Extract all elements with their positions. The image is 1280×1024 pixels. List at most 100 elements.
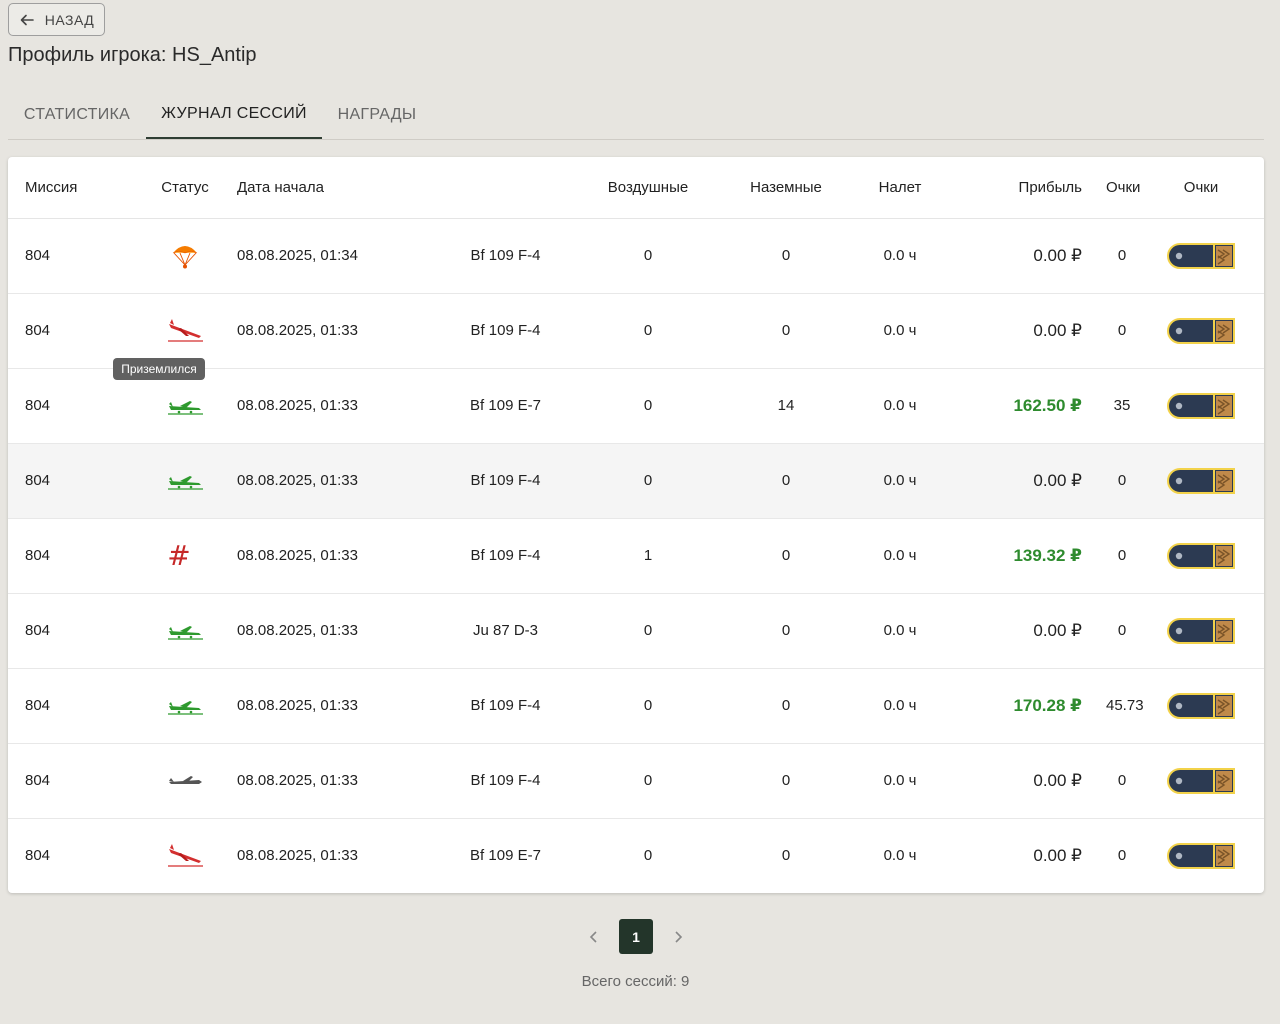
cell-date: 08.08.2025, 01:33 <box>235 293 433 369</box>
cell-ground-kills: 0 <box>718 593 854 669</box>
tab-statistics[interactable]: СТАТИСТИКА <box>8 90 146 139</box>
table-row[interactable]: 804 08.08.2025, 01:33 Bf 109 F-4 0 0 0.0 ч 0.0… <box>8 743 1264 819</box>
table-row[interactable]: 804 08.08.2025, 01:34 Bf 109 F-4 0 0 0.0 ч 0.0… <box>8 218 1264 294</box>
cell-flight-time: 0.0 ч <box>854 218 946 294</box>
crashed-plane-icon <box>165 316 205 346</box>
cell-ground-kills: 14 <box>718 368 854 444</box>
cell-air-kills: 0 <box>578 668 718 744</box>
page-1-button[interactable]: 1 <box>619 919 653 954</box>
cell-plane: Bf 109 F-4 <box>433 668 578 744</box>
table-row[interactable]: 804 08.08.2025, 01:33 Bf 109 E-7 0 0 0.0 ч 0.0… <box>8 818 1264 893</box>
rank-insignia-icon <box>1166 242 1236 269</box>
cell-plane: Bf 109 F-4 <box>433 743 578 819</box>
tab-session-log[interactable]: ЖУРНАЛ СЕССИЙ <box>146 90 322 139</box>
cell-air-kills: 0 <box>578 443 718 519</box>
cell-date: 08.08.2025, 01:33 <box>235 518 433 594</box>
cell-plane: Bf 109 F-4 <box>433 293 578 369</box>
cell-points: 0 <box>1117 847 1127 865</box>
cell-profit: 162.50 ₽ <box>946 368 1106 444</box>
tab-awards[interactable]: НАГРАДЫ <box>322 90 432 139</box>
cell-date: 08.08.2025, 01:33 <box>235 593 433 669</box>
cell-flight-time: 0.0 ч <box>854 743 946 819</box>
landed-plane-icon <box>165 466 205 496</box>
cell-ground-kills: 0 <box>718 518 854 594</box>
col-flight[interactable]: Налет <box>854 157 946 219</box>
cell-air-kills: 0 <box>578 293 718 369</box>
cell-ground-kills: 0 <box>718 293 854 369</box>
table-row[interactable]: 804 08.08.2025, 01:33 Ju 87 D-3 0 0 0.0 ч 0.00… <box>8 593 1264 669</box>
cell-status <box>135 218 235 294</box>
parachute-icon <box>165 241 205 271</box>
table-row[interactable]: 804 #08.08.2025, 01:33 Bf 109 F-4 1 0 0.0 ч 13… <box>8 518 1264 594</box>
cell-date: 08.08.2025, 01:33 <box>235 668 433 744</box>
rank-insignia-icon <box>1166 842 1236 869</box>
table-row[interactable]: 804 08.08.2025, 01:33 Bf 109 F-4 0 0 0.0 ч 0.0… <box>8 443 1264 519</box>
prev-page-button[interactable] <box>584 927 604 947</box>
back-button[interactable]: НАЗАД <box>8 3 105 36</box>
table-header: Миссия Статус Дата начала Воздушные Назе… <box>8 157 1264 219</box>
cell-flight-time: 0.0 ч <box>854 668 946 744</box>
col-profit[interactable]: Прибыль <box>946 157 1106 219</box>
cell-air-kills: 0 <box>578 218 718 294</box>
cell-plane: Bf 109 E-7 <box>433 368 578 444</box>
cell-ground-kills: 0 <box>718 668 854 744</box>
rank-insignia-icon <box>1166 692 1236 719</box>
col-status[interactable]: Статус <box>135 157 235 219</box>
cell-rank <box>1138 293 1264 369</box>
cell-rank <box>1138 593 1264 669</box>
cell-mission: 804 <box>8 518 135 594</box>
cell-profit: 0.00 ₽ <box>1033 845 1082 865</box>
rank-insignia-icon <box>1166 617 1236 644</box>
col-date[interactable]: Дата начала <box>235 157 433 219</box>
cell-status <box>135 668 235 744</box>
cell-status <box>135 293 235 369</box>
cell-points: 0 <box>1106 593 1138 669</box>
table-row[interactable]: 804 08.08.2025, 01:33 Bf 109 F-4 0 0 0.0 ч 170… <box>8 668 1264 744</box>
cell-profit: 0.00 ₽ <box>946 743 1106 819</box>
cell-mission: 804 <box>25 847 51 865</box>
cell-rank <box>1138 518 1264 594</box>
cell-profit: 0.00 ₽ <box>946 443 1106 519</box>
table-row[interactable]: 804 08.08.2025, 01:33 Bf 109 F-4 0 0 0.0 ч 0.0… <box>8 293 1264 369</box>
col-rank[interactable]: Очки <box>1138 157 1264 219</box>
rank-insignia-icon <box>1166 317 1236 344</box>
cell-points: 0 <box>1106 518 1138 594</box>
cell-rank <box>1138 218 1264 294</box>
col-points[interactable]: Очки <box>1106 157 1140 219</box>
cell-ground-kills: 0 <box>781 847 791 865</box>
cell-status <box>135 593 235 669</box>
cell-air-kills: 0 <box>578 368 718 444</box>
col-plane <box>433 157 578 219</box>
cell-date: 08.08.2025, 01:33 <box>237 847 358 865</box>
next-page-button[interactable] <box>668 927 688 947</box>
cell-ground-kills: 0 <box>718 743 854 819</box>
cell-status: # <box>135 518 235 594</box>
status-tooltip: Приземлился <box>113 358 205 380</box>
cell-flight-time: 0.0 ч <box>854 368 946 444</box>
cell-points: 35 <box>1106 368 1138 444</box>
cell-date: 08.08.2025, 01:34 <box>235 218 433 294</box>
cell-plane: Bf 109 F-4 <box>433 218 578 294</box>
col-air[interactable]: Воздушные <box>578 157 718 219</box>
chevron-left-icon <box>589 930 597 943</box>
cell-rank <box>1138 818 1264 893</box>
cell-mission: 804 <box>8 743 135 819</box>
rank-insignia-icon <box>1166 767 1236 794</box>
cell-mission: 804 <box>8 443 135 519</box>
cell-points: 0 <box>1106 743 1138 819</box>
hash-icon: # <box>167 538 191 572</box>
cell-flight-time: 0.0 ч <box>854 293 946 369</box>
landed-plane-icon <box>165 691 205 721</box>
total-sessions: Всего сессий: 9 <box>581 973 690 990</box>
cell-plane: Bf 109 F-4 <box>433 443 578 519</box>
cell-mission: 804 <box>8 218 135 294</box>
cell-points: 0 <box>1106 218 1138 294</box>
cell-air-kills: 0 <box>578 593 718 669</box>
cell-plane: Ju 87 D-3 <box>433 593 578 669</box>
cell-mission: 804 <box>8 668 135 744</box>
col-ground[interactable]: Наземные <box>718 157 854 219</box>
cell-air-kills: 1 <box>578 518 718 594</box>
landed-plane-icon <box>165 616 205 646</box>
cell-status <box>135 743 235 819</box>
col-mission[interactable]: Миссия <box>8 157 135 219</box>
